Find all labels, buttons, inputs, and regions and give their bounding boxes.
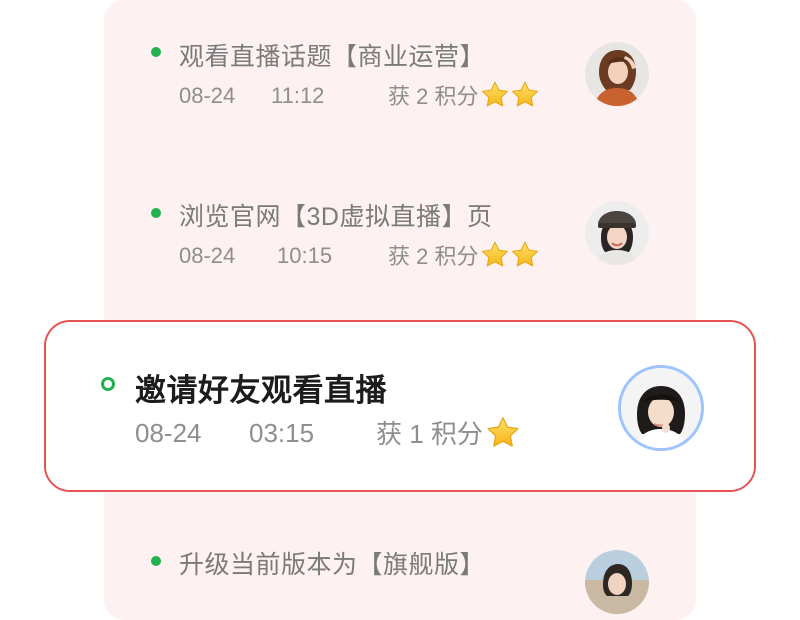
timeline-dot-active bbox=[101, 377, 115, 391]
timeline-item-title: 升级当前版本为【旗舰版】 bbox=[179, 551, 486, 579]
star-icon bbox=[510, 240, 540, 270]
points-text: 获 2 积分 bbox=[388, 244, 479, 269]
points-reward: 获 2 积分 bbox=[388, 79, 540, 111]
star-icon bbox=[510, 80, 540, 110]
timeline-item-date: 08-24 bbox=[179, 83, 236, 108]
timeline-item-date: 08-24 bbox=[179, 243, 236, 268]
star-icon bbox=[480, 240, 510, 270]
timeline-item-title: 浏览官网【3D虚拟直播】页 bbox=[179, 203, 493, 231]
timeline-dot bbox=[151, 47, 161, 57]
timeline-dot bbox=[151, 208, 161, 218]
avatar bbox=[618, 365, 704, 451]
star-rating bbox=[480, 80, 540, 110]
star-rating bbox=[480, 240, 540, 270]
avatar bbox=[585, 550, 649, 614]
star-rating bbox=[485, 415, 521, 451]
points-text: 获 1 积分 bbox=[376, 419, 483, 449]
star-icon bbox=[485, 415, 521, 451]
points-reward: 获 1 积分 bbox=[376, 414, 521, 451]
timeline-item-title: 观看直播话题【商业运营】 bbox=[179, 43, 486, 71]
points-reward: 获 2 积分 bbox=[388, 239, 540, 271]
avatar bbox=[585, 42, 649, 106]
timeline-item-date: 08-24 bbox=[135, 418, 202, 448]
timeline-item-time: 10:15 bbox=[277, 243, 333, 268]
avatar bbox=[585, 201, 649, 265]
timeline-item-title: 邀请好友观看直播 bbox=[135, 373, 387, 408]
timeline-item-time: 11:12 bbox=[271, 83, 325, 108]
star-icon bbox=[480, 80, 510, 110]
points-text: 获 2 积分 bbox=[388, 84, 479, 109]
timeline-dot bbox=[151, 556, 161, 566]
timeline-item-time: 03:15 bbox=[249, 418, 315, 448]
